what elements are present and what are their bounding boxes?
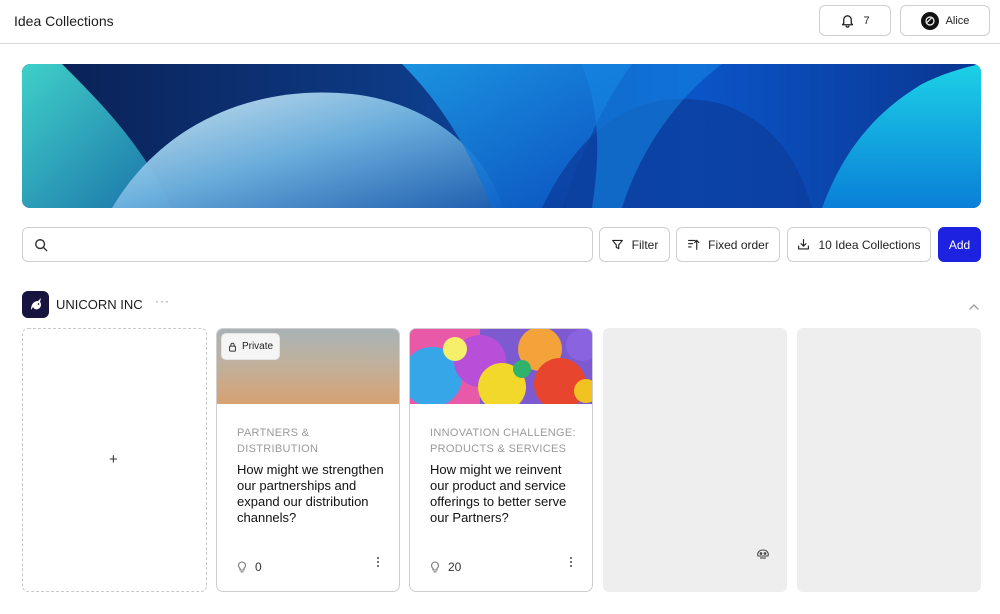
- collapse-button[interactable]: [968, 298, 980, 316]
- bell-icon: [842, 15, 854, 28]
- filter-icon: [611, 239, 623, 250]
- more-vertical-icon: [376, 556, 380, 568]
- more-vertical-icon: [569, 556, 573, 568]
- card-title: How might we reinvent our product and se…: [430, 462, 567, 525]
- unicorn-icon: [30, 297, 41, 310]
- add-collection-card[interactable]: +: [22, 328, 207, 592]
- loading-card-placeholder: [797, 328, 981, 592]
- loading-icon: [757, 549, 769, 559]
- filter-label: Filter: [631, 237, 659, 252]
- user-menu-button[interactable]: Alice: [900, 5, 990, 36]
- notifications-count: 7: [863, 14, 870, 27]
- search-input[interactable]: [56, 229, 592, 260]
- search-icon: [35, 238, 48, 251]
- org-logo: [22, 291, 49, 318]
- banner-image: [22, 64, 981, 208]
- private-badge-label: Private: [241, 341, 274, 352]
- org-more-button[interactable]: ···: [155, 294, 170, 308]
- card-more-button[interactable]: [566, 556, 576, 568]
- sort-order-button[interactable]: Fixed order: [676, 227, 780, 262]
- hero-banner: [22, 64, 981, 208]
- idea-count: 0: [255, 560, 262, 574]
- card-category: PARTNERS & DISTRIBUTION: [237, 427, 319, 455]
- page-title: Idea Collections: [14, 13, 114, 29]
- chevron-up-icon: [969, 304, 979, 310]
- lock-icon: [229, 342, 236, 352]
- user-name: Alice: [945, 14, 970, 27]
- plus-icon: +: [109, 451, 118, 468]
- add-button[interactable]: Add: [938, 227, 981, 262]
- card-more-button[interactable]: [373, 556, 383, 568]
- loading-card-placeholder: [603, 328, 787, 592]
- lightbulb-icon: [238, 561, 246, 573]
- private-badge: Private: [221, 333, 280, 360]
- collection-card[interactable]: INNOVATION CHALLENGE: PRODUCTS & SERVICE…: [409, 328, 593, 592]
- avatar: [920, 11, 939, 30]
- download-icon: [798, 239, 810, 250]
- search-field[interactable]: [22, 227, 593, 262]
- idea-count: 20: [448, 560, 462, 574]
- collection-card[interactable]: Private PARTNERS & DISTRIBUTION How migh…: [216, 328, 400, 592]
- card-category: INNOVATION CHALLENGE: PRODUCTS & SERVICE…: [430, 427, 576, 455]
- card-cover-image: [410, 329, 592, 404]
- card-title: How might we strengthen our partnerships…: [237, 462, 384, 525]
- filter-button[interactable]: Filter: [599, 227, 670, 262]
- lightbulb-icon: [431, 561, 439, 573]
- avatar-logo-icon: [924, 15, 935, 26]
- collections-count-label: 10 Idea Collections: [818, 237, 921, 252]
- notifications-button[interactable]: 7: [819, 5, 891, 36]
- org-name: UNICORN INC: [56, 297, 143, 312]
- top-bar: Idea Collections 7 Alice: [0, 0, 1000, 44]
- sort-icon: [688, 239, 700, 250]
- collections-count-button[interactable]: 10 Idea Collections: [787, 227, 931, 262]
- sort-order-label: Fixed order: [708, 237, 769, 252]
